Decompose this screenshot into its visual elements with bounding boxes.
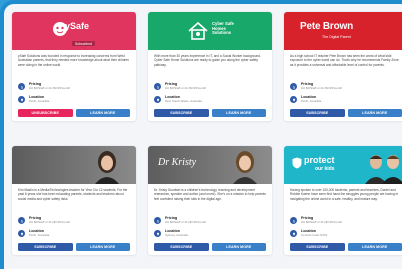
dollar-icon: $ xyxy=(18,83,25,90)
svg-text:$: $ xyxy=(20,85,22,89)
card-description: Dr. Kristy Goodwin is a children's techn… xyxy=(154,188,266,201)
location-value: Sydney, Australia xyxy=(165,233,188,238)
subscribed-tag: Subscribed xyxy=(72,41,95,46)
card-description: With more than 30 years experience in IT… xyxy=(154,54,261,67)
brand-name: Dr Kristy xyxy=(158,157,197,168)
card-banner: Dr Kristy xyxy=(148,146,272,184)
card-banner: protect our kids xyxy=(284,146,402,184)
learn-more-button[interactable]: LEARN MORE xyxy=(211,109,266,117)
pricing-value: AU $0/Staff or AU $0.95/month xyxy=(301,220,343,225)
location-row: Location Perth, Australia xyxy=(18,95,130,106)
location-row: Location Perth, Australia xyxy=(290,95,402,106)
card-banner xyxy=(12,146,136,184)
provider-card-kim-maslin: Kim Maslin is a Media/Technologies teach… xyxy=(12,146,136,255)
app-screen: ySafe Subscribed ySafe Solutions was fou… xyxy=(4,4,402,269)
location-value: Perth, Australia xyxy=(29,233,50,238)
brand-subtitle: The Digital Parent xyxy=(322,35,351,39)
svg-text:$: $ xyxy=(156,85,158,89)
pricing-row: $ Pricing AU $0/Staff or AU $0.95/month xyxy=(290,216,402,227)
dollar-icon: $ xyxy=(154,83,161,90)
subscribe-button[interactable]: SUBSCRIBE xyxy=(18,243,73,251)
provider-card-dr-kristy: Dr Kristy Dr. Kristy Goodwin is a childr… xyxy=(148,146,272,255)
provider-card-protect-our-kids: protect our kids Having spoken to over 1… xyxy=(284,146,402,255)
dollar-icon: $ xyxy=(18,217,25,224)
location-pin-icon xyxy=(18,230,25,237)
card-banner: Pete Brown The Digital Parent xyxy=(284,12,402,50)
pricing-row: $ Pricing AU $0/Staff or AU $0.95/month xyxy=(18,82,130,93)
card-description: As a high school IT teacher Pete Brown h… xyxy=(290,54,399,67)
pricing-row: $ Pricing AU $0/Staff or AU $0.95/month xyxy=(18,216,130,227)
presenter-photo xyxy=(95,151,119,184)
location-pin-icon xyxy=(290,96,297,103)
card-banner: ySafe Subscribed xyxy=(12,12,136,50)
svg-text:$: $ xyxy=(20,219,22,223)
learn-more-button[interactable]: LEARN MORE xyxy=(347,243,402,251)
pricing-row: $ Pricing AU $0/Staff or AU $0.95/month xyxy=(290,82,402,93)
subscribe-button[interactable]: SUBSCRIBE xyxy=(290,109,345,117)
learn-more-button[interactable]: LEARN MORE xyxy=(347,109,402,117)
card-description: ySafe Solutions was founded in response … xyxy=(18,54,130,67)
presenter-photo xyxy=(365,155,402,184)
brand-name: ySafe xyxy=(65,21,90,31)
learn-more-button[interactable]: LEARN MORE xyxy=(75,243,130,251)
brand-subtitle: our kids xyxy=(315,166,335,172)
card-description: Kim Maslin is a Media/Technologies teach… xyxy=(18,188,128,201)
location-pin-icon xyxy=(154,230,161,237)
device-frame: ySafe Subscribed ySafe Solutions was fou… xyxy=(0,0,402,269)
presenter-photo xyxy=(233,151,257,184)
pricing-value: AU $0/Staff or AU $0.95/month xyxy=(29,86,71,91)
location-row: Location Sydney, Australia xyxy=(154,229,266,240)
pricing-value: AU $0/Staff or AU $0.95/month xyxy=(29,220,71,225)
brand-name: protect xyxy=(304,155,335,165)
location-pin-icon xyxy=(154,96,161,103)
svg-text:$: $ xyxy=(156,219,158,223)
subscribe-button[interactable]: SUBSCRIBE xyxy=(154,109,209,117)
location-row: Location Perth, Australia xyxy=(18,229,130,240)
house-logo-icon xyxy=(188,21,208,40)
provider-card-cyber-safe-homes: Cyber Safe Homes Solutions With more tha… xyxy=(148,12,272,121)
location-row: Location New South Wales, Australia xyxy=(154,95,266,106)
dollar-icon: $ xyxy=(154,217,161,224)
learn-more-button[interactable]: LEARN MORE xyxy=(75,109,130,117)
svg-text:$: $ xyxy=(292,85,294,89)
subscribe-button[interactable]: SUBSCRIBE xyxy=(154,243,209,251)
card-banner: Cyber Safe Homes Solutions xyxy=(148,12,272,50)
card-description: Having spoken to over 100,000 students, … xyxy=(290,188,399,201)
pricing-value: AU $0/Staff or AU $0.95/month xyxy=(165,86,207,91)
subscribe-button[interactable]: SUBSCRIBE xyxy=(290,243,345,251)
provider-card-pete-brown: Pete Brown The Digital Parent As a high … xyxy=(284,12,402,121)
dollar-icon: $ xyxy=(290,83,297,90)
dollar-icon: $ xyxy=(290,217,297,224)
brand-name: Cyber Safe Homes Solutions xyxy=(212,21,234,36)
pricing-value: AU $0/Staff or AU $0.95/month xyxy=(165,220,207,225)
location-row: Location Central Coast NSW xyxy=(290,229,402,240)
pricing-row: $ Pricing AU $0/Staff or AU $0.95/month xyxy=(154,82,266,93)
shield-icon xyxy=(292,157,302,169)
location-pin-icon xyxy=(290,230,297,237)
location-value: Perth, Australia xyxy=(29,99,50,104)
location-value: New South Wales, Australia xyxy=(165,99,202,104)
unsubscribe-button[interactable]: UNSUBSCRIBE xyxy=(18,109,73,117)
pricing-value: AU $0/Staff or AU $0.95/month xyxy=(301,86,343,91)
location-pin-icon xyxy=(18,96,25,103)
location-value: Perth, Australia xyxy=(301,99,322,104)
learn-more-button[interactable]: LEARN MORE xyxy=(211,243,266,251)
brand-name: Pete Brown xyxy=(300,21,354,32)
location-value: Central Coast NSW xyxy=(301,233,328,238)
pricing-row: $ Pricing AU $0/Staff or AU $0.95/month xyxy=(154,216,266,227)
provider-card-ysafe: ySafe Subscribed ySafe Solutions was fou… xyxy=(12,12,136,121)
svg-text:$: $ xyxy=(292,219,294,223)
